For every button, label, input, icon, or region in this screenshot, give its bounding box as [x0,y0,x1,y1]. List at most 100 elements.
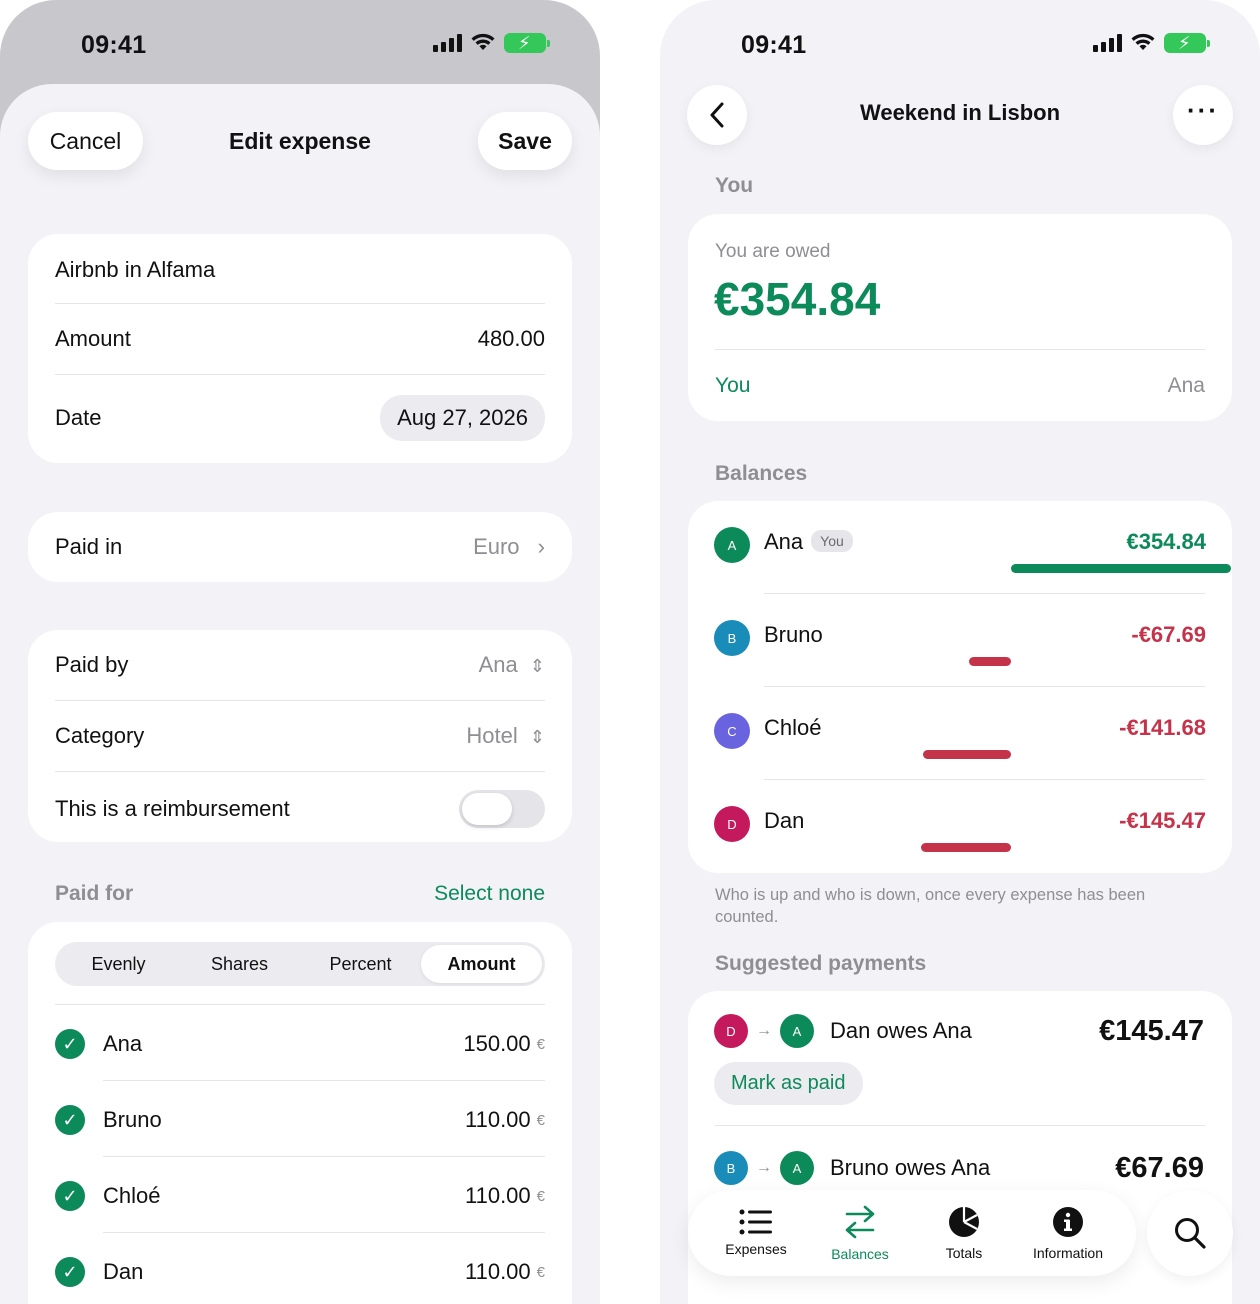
avatar: A [780,1151,814,1185]
wifi-icon [471,33,495,50]
split-mode-evenly[interactable]: Evenly [58,945,179,983]
balance-bar [969,657,1011,666]
currency-symbol: € [536,1111,545,1129]
balance-row[interactable]: A Ana You €354.84 [714,521,1231,573]
payment-row: B → A Bruno owes Ana [714,1151,990,1185]
person-amount-field[interactable]: 110.00 [465,1183,531,1209]
tab-totals[interactable]: Totals [908,1190,1020,1276]
tab-expenses[interactable]: Expenses [700,1190,812,1276]
checkmark-icon[interactable]: ✓ [55,1105,85,1135]
amount-row[interactable]: Amount 480.00 [55,322,545,356]
tab-label: Expenses [725,1241,787,1257]
avatar: A [714,527,750,563]
avatar: D [714,1014,748,1048]
balances-section-header: Balances [715,462,808,485]
date-picker[interactable]: Aug 27, 2026 [380,395,545,441]
checkmark-icon[interactable]: ✓ [55,1181,85,1211]
arrows-icon [845,1205,875,1239]
pie-chart-icon [949,1207,979,1237]
reimbursement-toggle[interactable] [459,790,545,828]
paid-in-label: Paid in [55,534,123,559]
balance-amount: -€141.68 [1119,715,1206,740]
payment-row: D → A Dan owes Ana [714,1014,972,1048]
identity-name-picker[interactable]: Ana [1168,374,1205,398]
expense-title-field[interactable]: Airbnb in Alfama [55,257,215,283]
person-name: Dan [103,1259,144,1284]
save-button[interactable]: Save [478,112,572,170]
balance-amount: -€145.47 [1119,808,1206,833]
avatar: D [714,806,750,842]
balance-amount: €354.84 [1126,529,1206,554]
person-amount-field[interactable]: 150.00 [463,1031,530,1057]
suggested-payments-header: Suggested payments [715,952,927,975]
signal-icon [1093,34,1122,52]
status-bar: 09:41 ⚡ [0,0,600,86]
checkmark-icon[interactable]: ✓ [55,1257,85,1287]
avatar: B [714,1151,748,1185]
balance-bar [1011,564,1231,573]
reimbursement-label: This is a reimbursement [55,796,290,821]
you-section-header: You [715,174,754,197]
status-time: 09:41 [81,31,147,59]
balance-row[interactable]: B Bruno -€67.69 [714,614,1206,666]
paid-by-label: Paid by [55,652,129,677]
person-name: Dan [764,808,805,833]
person-name: Bruno [103,1107,162,1132]
you-owed-card: You are owed €354.84 You Ana [688,214,1232,421]
person-amount-field[interactable]: 110.00 [465,1107,531,1133]
paid-in-row[interactable]: Paid in Euro › [28,512,572,582]
info-icon [1053,1207,1083,1237]
person-name: Ana [103,1031,143,1056]
status-time: 09:41 [741,31,807,59]
paid-by-row[interactable]: Paid by Ana ⇕ [55,648,545,682]
search-icon [1175,1218,1206,1249]
identity-you-label: You [715,374,751,397]
paid-in-value: Euro [473,534,520,559]
paid-for-row[interactable]: ✓ Ana 150.00 € [55,1024,545,1064]
payment-amount: €67.69 [1115,1152,1204,1184]
search-button[interactable] [1147,1190,1233,1276]
split-mode-amount[interactable]: Amount [421,945,542,983]
category-row[interactable]: Category Hotel ⇕ [55,719,545,753]
edit-sheet: Cancel Edit expense Save Airbnb in Alfam… [0,84,600,1304]
page-title: Weekend in Lisbon [859,100,1061,125]
tab-label: Balances [831,1246,889,1262]
tab-label: Totals [945,1245,983,1261]
avatar: A [780,1014,814,1048]
tab-balances[interactable]: Balances [802,1190,926,1276]
list-icon [739,1209,772,1235]
tab-information[interactable]: Information [1012,1190,1124,1276]
balances-card: A Ana You €354.84 B Bruno -€67.69 C Chloé… [688,501,1232,873]
paid-for-row[interactable]: ✓ Chloé 110.00 € [55,1176,545,1216]
balance-row[interactable]: D Dan -€145.47 [714,800,1206,852]
amount-field[interactable]: 480.00 [478,326,545,352]
avatar: C [714,713,750,749]
split-mode-segmented-control: Evenly Shares Percent Amount [55,942,545,986]
select-none-link[interactable]: Select none [434,882,545,906]
more-button[interactable]: ··· [1173,85,1233,145]
paid-for-row[interactable]: ✓ Dan 110.00 € [55,1252,545,1292]
chevron-right-icon: › [537,534,545,559]
person-amount-field[interactable]: 110.00 [465,1259,531,1285]
balance-amount: -€67.69 [1131,622,1206,647]
split-mode-percent[interactable]: Percent [300,945,421,983]
payment-details-card: Paid by Ana ⇕ Category Hotel ⇕ This is a… [28,630,572,842]
split-mode-shares[interactable]: Shares [179,945,300,983]
balances-footnote: Who is up and who is down, once every ex… [715,886,1146,926]
mark-as-paid-button[interactable]: Mark as paid [714,1062,863,1105]
person-name: Bruno [764,622,823,647]
owed-label: You are owed [715,241,831,262]
battery-charging-icon: ⚡ [1164,33,1210,53]
owed-amount: €354.84 [714,273,881,325]
paid-by-value[interactable]: Ana [479,652,518,677]
paid-for-row[interactable]: ✓ Bruno 110.00 € [55,1100,545,1140]
arrow-right-icon: → [756,1159,772,1176]
date-label: Date [55,405,102,430]
you-badge: You [811,530,853,552]
category-value[interactable]: Hotel [466,723,517,748]
person-name: Ana [764,529,804,554]
balance-row[interactable]: C Chloé -€141.68 [714,707,1206,759]
currency-symbol: € [536,1187,545,1205]
checkmark-icon[interactable]: ✓ [55,1029,85,1059]
paid-for-header: Paid for [55,882,134,905]
